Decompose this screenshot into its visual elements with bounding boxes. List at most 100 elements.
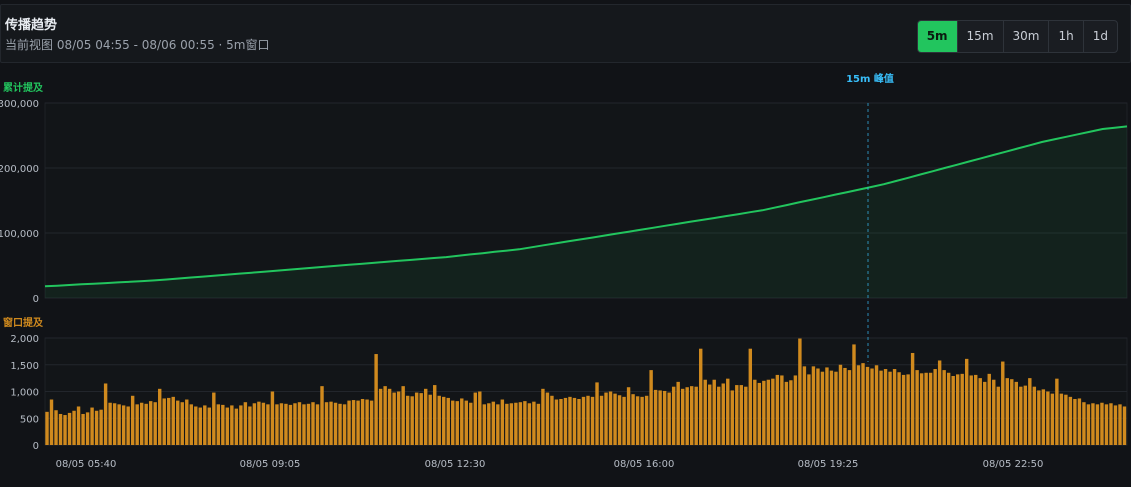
window-bar <box>72 410 76 445</box>
window-bar <box>550 395 554 445</box>
window-button-5m[interactable]: 5m <box>917 21 957 52</box>
window-bar <box>270 391 275 445</box>
window-bar <box>225 407 230 445</box>
window-bar <box>802 366 807 445</box>
window-bar <box>1055 378 1059 445</box>
window-bar <box>604 392 608 445</box>
window-bar <box>825 367 829 445</box>
window-bar <box>410 396 414 445</box>
window-bar <box>874 365 879 445</box>
window-bar <box>428 394 432 445</box>
window-bar <box>541 388 545 445</box>
window-bar <box>469 402 473 445</box>
window-bar <box>396 391 401 445</box>
window-bar <box>1064 394 1068 445</box>
window-bar <box>726 378 730 445</box>
window-bar <box>933 369 937 445</box>
window-bar <box>703 379 707 445</box>
window-bar <box>532 401 536 445</box>
x-tick-label: 08/05 09:05 <box>240 459 301 470</box>
window-bar <box>694 386 698 445</box>
window-bar <box>518 402 523 445</box>
window-bar <box>392 392 396 445</box>
window-button-1d[interactable]: 1d <box>1082 21 1117 52</box>
window-bar <box>581 396 586 445</box>
window-bar-chart: 0 500 1,000 1,500 2,000 窗口提及 08/05 05:40 08/05 … <box>3 316 1128 470</box>
window-bar <box>54 410 58 445</box>
window-bar <box>1086 404 1091 445</box>
window-selector: 5m 15m 30m 1h 1d <box>916 20 1118 53</box>
window-bar <box>496 404 500 445</box>
window-bar <box>617 395 622 445</box>
window-y-tick-label: 0 <box>33 441 39 452</box>
window-bar <box>640 396 644 445</box>
window-button-30m[interactable]: 30m <box>1002 21 1049 52</box>
window-button-1h[interactable]: 1h <box>1048 21 1082 52</box>
window-bar <box>951 375 955 445</box>
window-bar <box>306 403 311 445</box>
window-bar <box>266 404 270 445</box>
window-bar <box>708 384 712 445</box>
x-tick-label: 08/05 19:25 <box>798 459 859 470</box>
window-bar <box>915 370 919 445</box>
window-bar <box>252 403 257 445</box>
window-bar <box>974 374 978 445</box>
window-bar <box>1095 404 1100 445</box>
window-bar <box>987 373 991 445</box>
window-bar <box>1001 361 1005 445</box>
window-bar <box>906 374 910 445</box>
window-bar <box>852 344 856 445</box>
window-bar <box>234 408 239 445</box>
window-bar <box>212 392 216 445</box>
view-range-text: 当前视图 08/05 04:55 - 08/06 00:55 · 5m窗口 <box>5 38 270 52</box>
window-bar <box>955 374 960 445</box>
window-bar <box>148 401 153 445</box>
window-bar <box>455 401 459 445</box>
window-bar <box>414 392 419 445</box>
window-bar <box>49 399 54 445</box>
window-bar <box>76 406 81 445</box>
window-bar <box>203 405 207 445</box>
window-bar <box>446 397 450 445</box>
window-bar <box>784 381 789 445</box>
window-y-tick-label: 500 <box>20 414 39 425</box>
window-bar <box>1023 385 1028 445</box>
window-bar <box>63 415 67 445</box>
window-bar <box>239 405 243 445</box>
panel-header: 传播趋势 当前视图 08/05 04:55 - 08/06 00:55 · 5m… <box>0 4 1131 63</box>
window-bar <box>834 371 838 445</box>
window-bar <box>419 393 423 445</box>
window-bar <box>1010 379 1014 445</box>
window-bar <box>1118 404 1122 445</box>
window-bar <box>820 371 825 445</box>
window-y-tick-label: 1,000 <box>10 388 39 399</box>
window-bar <box>180 402 184 445</box>
window-button-15m[interactable]: 15m <box>956 21 1003 52</box>
window-bar <box>870 368 874 445</box>
window-bar <box>1082 402 1086 445</box>
window-bar <box>257 401 261 445</box>
window-bar <box>568 396 572 445</box>
window-bar <box>451 400 455 445</box>
window-bar <box>717 386 721 445</box>
x-tick-label: 08/05 16:00 <box>614 459 675 470</box>
window-bar <box>775 374 780 445</box>
trend-panel: 传播趋势 当前视图 08/05 04:55 - 08/06 00:55 · 5m… <box>0 0 1131 487</box>
window-bar <box>293 403 297 445</box>
window-bar <box>653 389 658 445</box>
window-bar <box>1046 391 1050 445</box>
window-bar <box>1104 404 1109 445</box>
window-bar <box>194 406 198 445</box>
panel-title: 传播趋势 <box>5 18 58 33</box>
window-bar <box>360 398 365 445</box>
cumulative-chart: 0 100,000 200,000 300,000 累计提及 <box>0 81 1128 305</box>
window-bar <box>85 412 90 445</box>
window-bar <box>460 398 464 445</box>
window-bar <box>333 402 338 445</box>
window-bar <box>491 401 496 445</box>
window-bar <box>1068 396 1073 445</box>
window-bar <box>1091 403 1095 445</box>
window-bar <box>311 402 315 445</box>
window-bar <box>1032 386 1037 445</box>
window-bar <box>901 374 906 445</box>
